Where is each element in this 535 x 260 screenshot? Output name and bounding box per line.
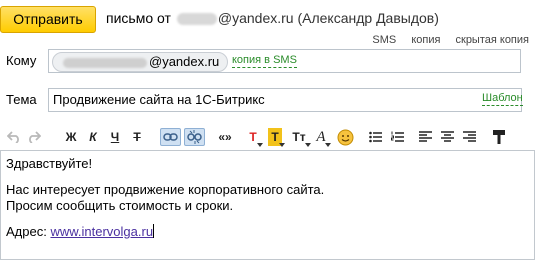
link-icon[interactable] xyxy=(160,128,181,146)
italic-button[interactable]: К xyxy=(86,128,100,146)
website-link[interactable]: www.intervolga.ru xyxy=(50,224,153,239)
sms-copy-link[interactable]: копия в SMS xyxy=(232,54,297,68)
body-line-1: Нас интересует продвижение корпоративног… xyxy=(6,182,325,197)
align-center-icon[interactable] xyxy=(440,128,454,146)
send-button[interactable]: Отправить xyxy=(0,6,96,33)
font-family-button[interactable]: A xyxy=(314,128,331,147)
font-color-button[interactable]: T xyxy=(246,128,263,147)
dropdown-arrow-icon xyxy=(305,143,311,147)
bulleted-list-icon[interactable] xyxy=(368,128,382,146)
font-size-button[interactable]: Tт xyxy=(290,128,311,147)
background-color-label: T xyxy=(271,130,279,144)
font-color-label: T xyxy=(249,130,257,144)
strikethrough-button[interactable]: Т xyxy=(130,128,144,146)
recipient-address: @yandex.ru xyxy=(149,54,220,69)
from-line: письмо от @yandex.ru (Александр Давыдов) xyxy=(106,10,439,26)
to-label: Кому xyxy=(6,53,37,68)
font-size-label: Tт xyxy=(292,130,306,144)
redacted-sender xyxy=(176,13,217,26)
body-line-2: Просим сообщить стоимость и сроки. xyxy=(6,198,234,213)
address-line: Адрес: www.intervolga.ru xyxy=(6,224,324,240)
text-cursor xyxy=(153,224,155,238)
unlink-icon[interactable] xyxy=(184,128,205,146)
message-body: Здравствуйте! Нас интересует продвижение… xyxy=(6,156,324,240)
bold-button[interactable]: Ж xyxy=(64,128,78,146)
smiley-icon[interactable] xyxy=(336,128,354,146)
bcc-link[interactable]: скрытая копия xyxy=(456,34,530,46)
redo-icon[interactable] xyxy=(26,128,42,146)
undo-icon[interactable] xyxy=(6,128,22,146)
numbered-list-icon[interactable] xyxy=(390,128,404,146)
clear-formatting-icon[interactable] xyxy=(492,128,506,146)
background-color-button[interactable]: T xyxy=(268,128,285,147)
dropdown-arrow-icon xyxy=(279,143,285,147)
dropdown-arrow-icon xyxy=(325,143,331,147)
recipient-options: SMS копия скрытая копия xyxy=(360,34,529,46)
quote-button[interactable]: «» xyxy=(214,128,236,146)
recipient-chip[interactable]: @yandex.ru xyxy=(52,52,229,72)
from-prefix: письмо от xyxy=(106,10,171,26)
cc-link[interactable]: копия xyxy=(411,34,440,46)
align-left-icon[interactable] xyxy=(418,128,432,146)
underline-button[interactable]: Ч xyxy=(108,128,122,146)
subject-label: Тема xyxy=(6,92,37,107)
dropdown-arrow-icon xyxy=(257,143,263,147)
redacted-recipient xyxy=(63,57,147,68)
from-address: @yandex.ru (Александр Давыдов) xyxy=(217,10,439,26)
template-link[interactable]: Шаблон xyxy=(482,92,523,106)
sms-link[interactable]: SMS xyxy=(372,34,396,46)
formatting-toolbar: Ж К Ч Т «» T T Tт A xyxy=(0,122,535,150)
subject-value: Продвижение сайта на 1С-Битрикс xyxy=(53,92,265,107)
greeting-line: Здравствуйте! xyxy=(6,156,93,171)
align-right-icon[interactable] xyxy=(462,128,476,146)
address-label: Адрес: xyxy=(6,224,47,239)
